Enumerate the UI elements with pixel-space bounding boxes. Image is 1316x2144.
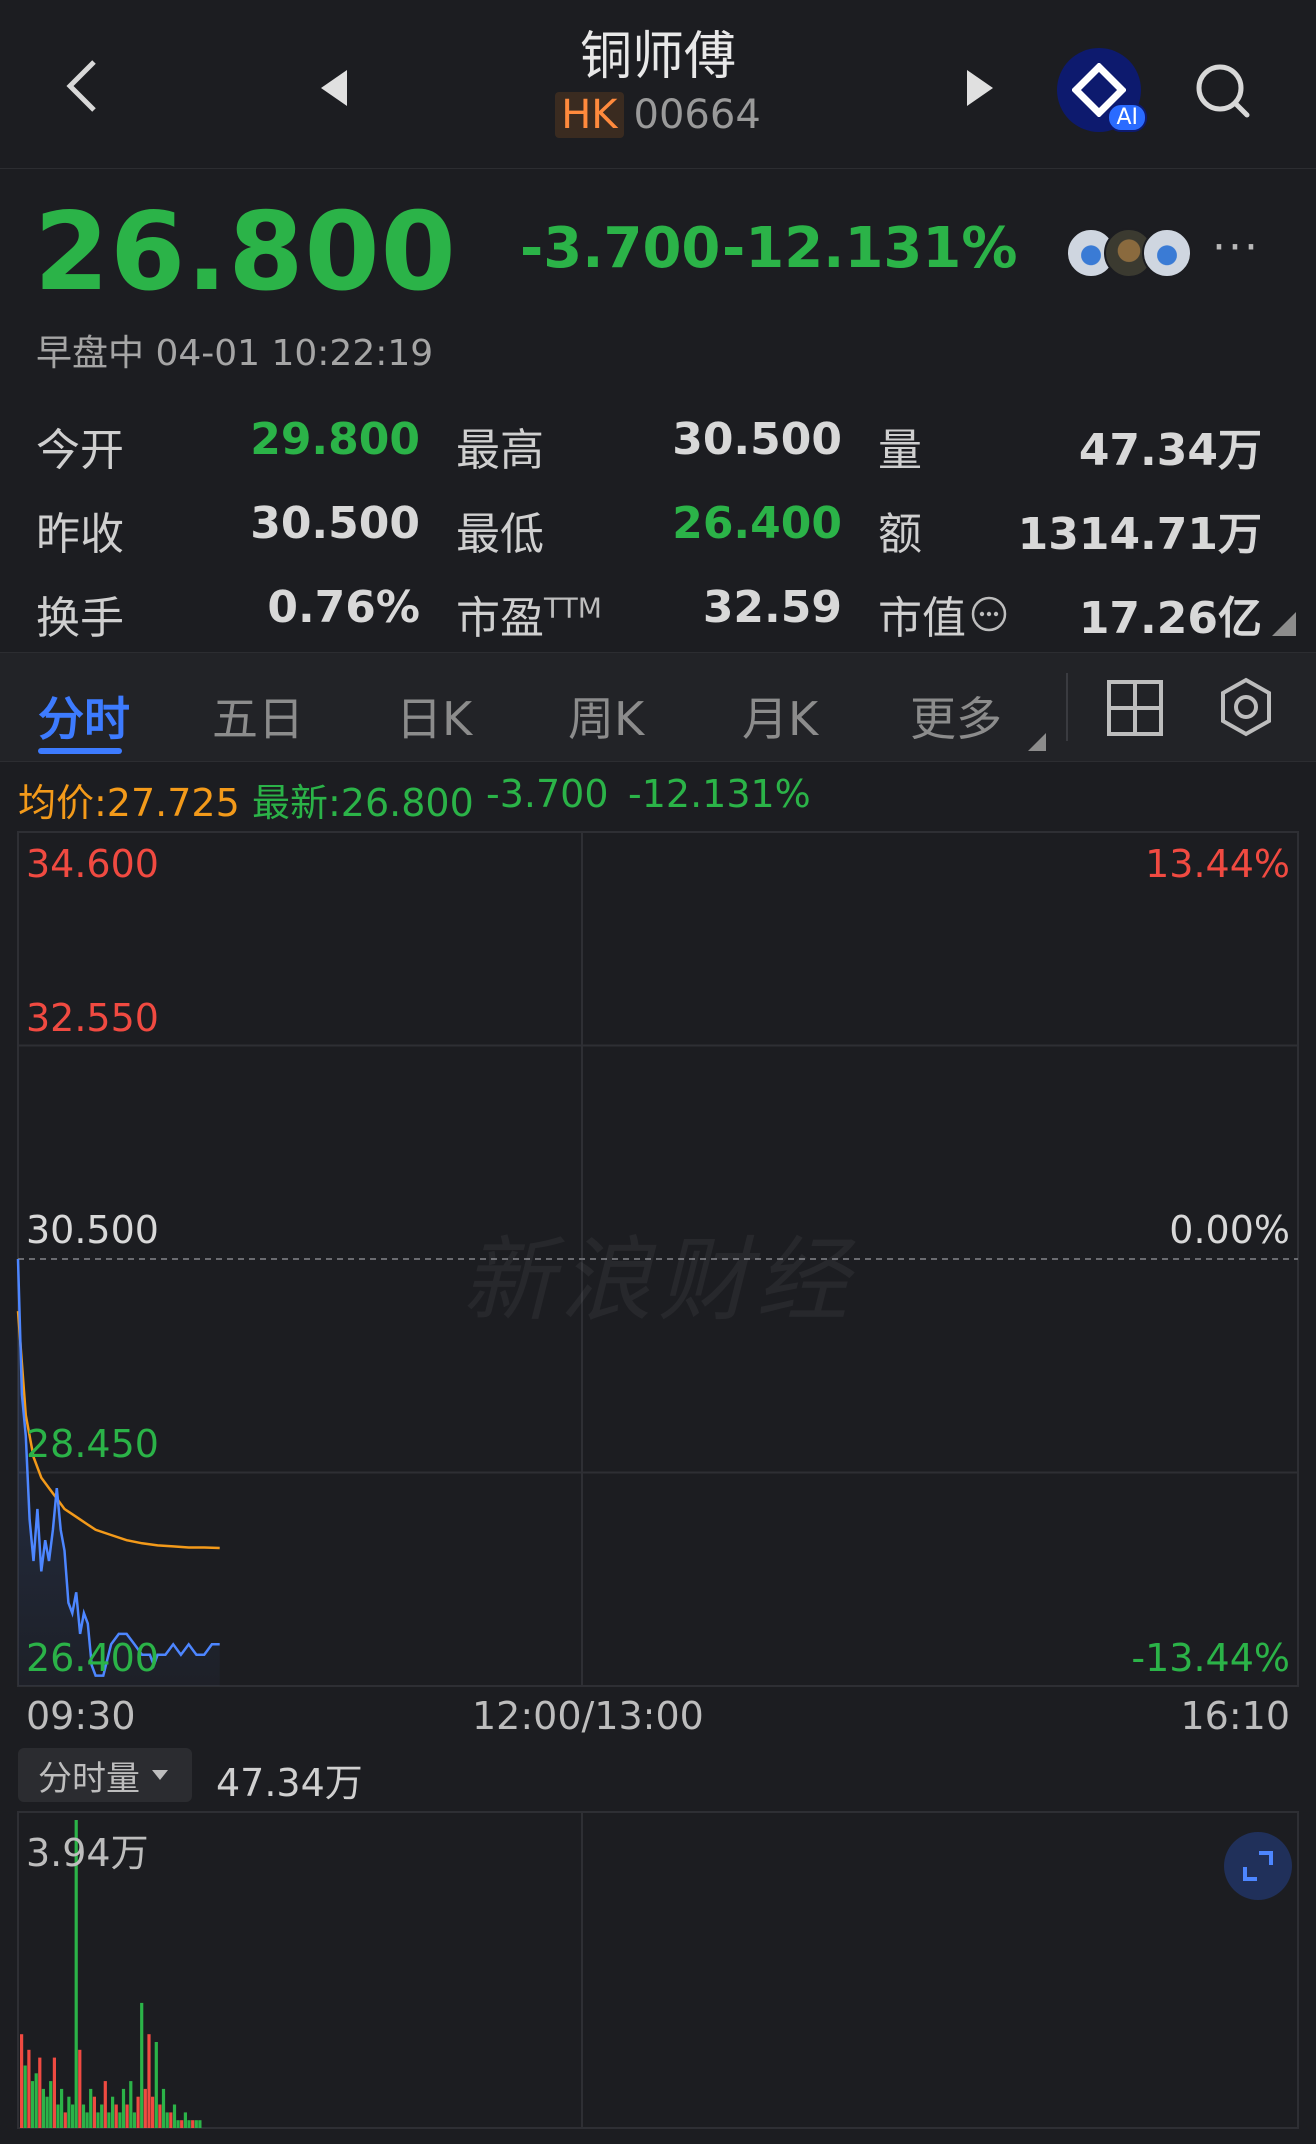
volume-bar [45, 2096, 49, 2128]
volume-bar [180, 2120, 184, 2128]
volume-bar [78, 2049, 82, 2128]
expand-icon [1243, 1851, 1273, 1881]
volume-bar [92, 2096, 96, 2128]
volume-bar [165, 2112, 169, 2128]
volume-bar [125, 2104, 129, 2128]
volume-bar [111, 2096, 115, 2128]
volume-bar [158, 2104, 162, 2128]
volume-bar [34, 2073, 38, 2128]
volume-bar [56, 2104, 60, 2128]
fullscreen-button[interactable] [1224, 1832, 1292, 1900]
volume-bar [169, 2112, 173, 2128]
volume-bar [71, 2104, 75, 2128]
volume-bar-chart [17, 1811, 1299, 2129]
volume-bar [49, 2081, 53, 2128]
volume-bar [67, 2096, 71, 2128]
volume-bar [60, 2088, 64, 2128]
volume-bar [132, 2112, 136, 2128]
volume-bar [81, 2104, 86, 2128]
volume-bar [118, 2112, 122, 2128]
volume-bar [187, 2120, 191, 2128]
volume-bar [129, 2081, 133, 2128]
volume-bar [198, 2120, 202, 2128]
volume-bar [27, 2049, 31, 2128]
volume-bar [172, 2104, 177, 2128]
volume-bar [176, 2120, 180, 2128]
volume-bar [140, 2002, 144, 2128]
volume-bar [161, 2088, 166, 2128]
volume-bar [151, 2096, 155, 2128]
volume-bar [30, 2081, 35, 2128]
volume-bar [194, 2120, 198, 2128]
volume-bar [183, 2112, 187, 2128]
volume-max-label: 3.94万 [26, 1831, 149, 1875]
volume-bar [89, 2088, 93, 2128]
volume-bar [107, 2112, 111, 2128]
volume-bar [114, 2104, 118, 2128]
volume-bar [23, 2065, 27, 2128]
volume-bar [38, 2057, 42, 2128]
volume-bar [121, 2088, 126, 2128]
volume-bar [63, 2112, 67, 2128]
volume-bar [143, 2088, 147, 2128]
volume-bar [96, 2112, 100, 2128]
volume-frame [17, 1811, 1299, 2129]
volume-bar [20, 2034, 24, 2128]
volume-bar [103, 2081, 107, 2128]
volume-bar [100, 2104, 104, 2128]
volume-bar [136, 2096, 140, 2128]
volume-bar [147, 2034, 151, 2128]
volume-bar [52, 2057, 56, 2128]
volume-bar [154, 2042, 158, 2128]
volume-bar [85, 2112, 89, 2128]
volume-bar [191, 2120, 195, 2128]
volume-bar [41, 2088, 45, 2128]
